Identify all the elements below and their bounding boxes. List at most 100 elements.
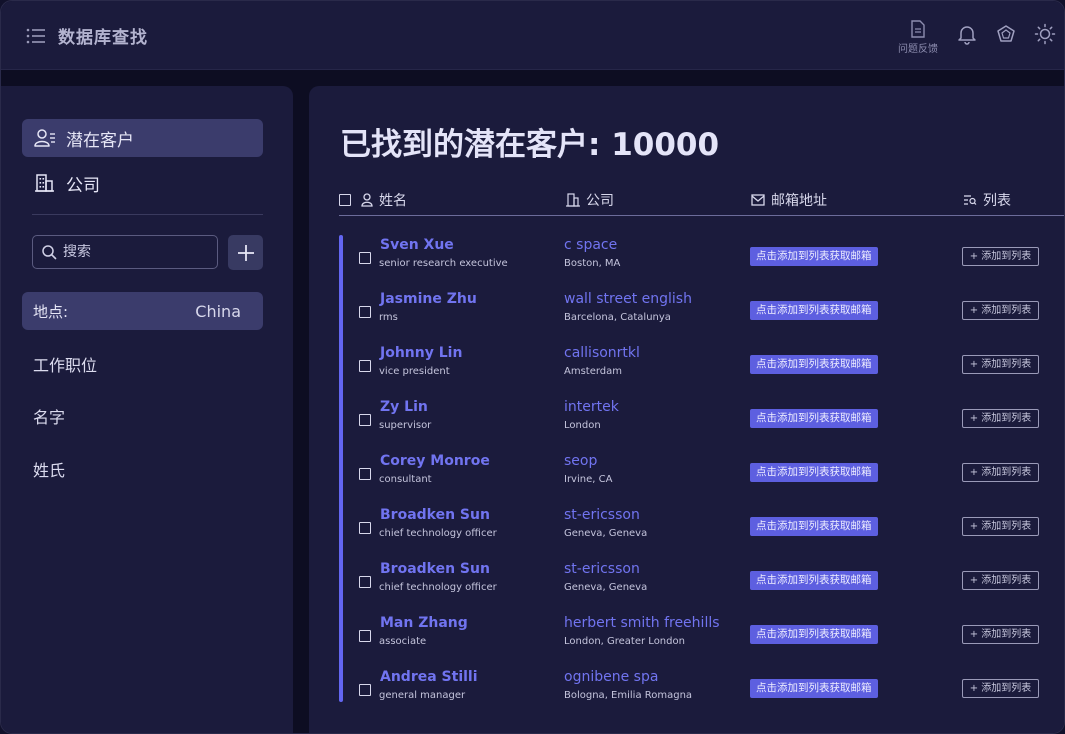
sidebar-item-companies[interactable]: 公司 — [22, 164, 263, 202]
company-link[interactable]: st-ericsson — [564, 507, 640, 523]
table-row: Sven Xue senior research executive c space… — [339, 237, 1064, 291]
top-bar: 数据库查找 问题反馈 — [1, 1, 1064, 70]
get-email-button[interactable]: 点击添加到列表获取邮箱 — [750, 301, 878, 320]
lead-name-link[interactable]: Andrea Stilli — [380, 669, 478, 685]
get-email-button[interactable]: 点击添加到列表获取邮箱 — [750, 625, 878, 644]
app-title: 数据库查找 — [58, 28, 148, 48]
get-email-button[interactable]: 点击添加到列表获取邮箱 — [750, 355, 878, 374]
table-row: Broadken Sun chief technology officer st-e… — [339, 561, 1064, 615]
add-to-list-button[interactable]: + 添加到列表 — [962, 409, 1039, 428]
location-filter-label: 地点: — [33, 302, 69, 321]
company-location: Barcelona, Catalunya — [564, 312, 671, 323]
sidebar-item-leads[interactable]: 潜在客户 — [22, 119, 263, 157]
company-location: Boston, MA — [564, 258, 621, 269]
company-link[interactable]: seop — [564, 453, 597, 469]
sidebar-item-label: 潜在客户 — [66, 130, 134, 151]
filter-first-name[interactable]: 名字 — [33, 404, 65, 428]
add-to-list-button[interactable]: + 添加到列表 — [962, 517, 1039, 536]
add-to-list-button[interactable]: + 添加到列表 — [962, 463, 1039, 482]
row-checkbox[interactable] — [359, 522, 371, 534]
add-to-list-button[interactable]: + 添加到列表 — [962, 625, 1039, 644]
row-checkbox[interactable] — [359, 414, 371, 426]
page-title: 已找到的潜在客户: 10000 — [340, 127, 720, 163]
plus-icon: + — [969, 413, 982, 424]
company-link[interactable]: intertek — [564, 399, 619, 415]
column-header-name: 姓名 — [339, 190, 407, 210]
row-checkbox[interactable] — [359, 576, 371, 588]
theme-palette-icon[interactable] — [995, 23, 1017, 45]
company-location: Irvine, CA — [564, 474, 613, 485]
search-icon — [42, 245, 57, 260]
document-icon — [911, 20, 925, 38]
add-to-list-label: 添加到列表 — [981, 251, 1032, 262]
add-filter-button[interactable] — [228, 235, 263, 270]
column-header-list: 列表 — [963, 190, 1011, 210]
lead-name-link[interactable]: Sven Xue — [380, 237, 454, 253]
lead-name-link[interactable]: Jasmine Zhu — [380, 291, 477, 307]
mail-icon — [751, 194, 765, 206]
location-filter[interactable]: 地点: China — [22, 292, 263, 330]
company-link[interactable]: wall street english — [564, 291, 692, 307]
get-email-button[interactable]: 点击添加到列表获取邮箱 — [750, 679, 878, 698]
lead-job-title: chief technology officer — [379, 582, 497, 593]
company-link[interactable]: ognibene spa — [564, 669, 658, 685]
row-checkbox[interactable] — [359, 468, 371, 480]
get-email-button[interactable]: 点击添加到列表获取邮箱 — [750, 247, 878, 266]
plus-icon: + — [969, 251, 982, 262]
company-link[interactable]: st-ericsson — [564, 561, 640, 577]
search-input[interactable] — [63, 244, 203, 260]
feedback-button[interactable]: 问题反馈 — [894, 20, 942, 55]
lead-name-link[interactable]: Broadken Sun — [380, 507, 490, 523]
company-location: London — [564, 420, 601, 431]
column-email-label: 邮箱地址 — [771, 193, 827, 209]
lead-name-link[interactable]: Broadken Sun — [380, 561, 490, 577]
company-link[interactable]: herbert smith freehills — [564, 615, 720, 631]
lead-job-title: rms — [379, 312, 398, 323]
add-to-list-button[interactable]: + 添加到列表 — [962, 301, 1039, 320]
lead-job-title: senior research executive — [379, 258, 508, 269]
lead-name-link[interactable]: Zy Lin — [380, 399, 428, 415]
row-checkbox[interactable] — [359, 684, 371, 696]
get-email-button[interactable]: 点击添加到列表获取邮箱 — [750, 463, 878, 482]
column-list-label: 列表 — [983, 193, 1011, 209]
add-to-list-label: 添加到列表 — [981, 467, 1032, 478]
add-to-list-button[interactable]: + 添加到列表 — [962, 247, 1039, 266]
row-checkbox[interactable] — [359, 252, 371, 264]
lead-name-link[interactable]: Corey Monroe — [380, 453, 490, 469]
row-checkbox[interactable] — [359, 630, 371, 642]
table-row: Zy Lin supervisor intertek London 点击添加到列表获取邮… — [339, 399, 1064, 453]
table-row: Man Zhang associate herbert smith freehill… — [339, 615, 1064, 669]
get-email-button[interactable]: 点击添加到列表获取邮箱 — [750, 571, 878, 590]
add-to-list-button[interactable]: + 添加到列表 — [962, 679, 1039, 698]
lead-job-title: associate — [379, 636, 427, 647]
building-icon — [566, 193, 580, 207]
table-header: 姓名 公司 邮箱地址 列表 — [339, 188, 1064, 216]
sun-icon[interactable] — [1034, 23, 1056, 45]
select-all-checkbox[interactable] — [339, 194, 351, 206]
company-link[interactable]: callisonrtkl — [564, 345, 640, 361]
table-row: Jasmine Zhu rms wall street english Barcelo… — [339, 291, 1064, 345]
add-to-list-button[interactable]: + 添加到列表 — [962, 571, 1039, 590]
bell-icon[interactable] — [956, 23, 978, 45]
plus-icon: + — [969, 575, 982, 586]
filter-job-title[interactable]: 工作职位 — [33, 352, 97, 376]
add-to-list-label: 添加到列表 — [981, 575, 1032, 586]
get-email-button[interactable]: 点击添加到列表获取邮箱 — [750, 517, 878, 536]
menu-list-icon[interactable] — [25, 26, 47, 46]
get-email-button[interactable]: 点击添加到列表获取邮箱 — [750, 409, 878, 428]
plus-icon — [237, 244, 254, 261]
filter-last-name[interactable]: 姓氏 — [33, 457, 65, 481]
row-checkbox[interactable] — [359, 360, 371, 372]
company-link[interactable]: c space — [564, 237, 617, 253]
add-to-list-button[interactable]: + 添加到列表 — [962, 355, 1039, 374]
lead-name-link[interactable]: Johnny Lin — [380, 345, 462, 361]
sidebar: 潜在客户 公司 搜索 地点: China 工作职位 名字 姓氏 — [1, 86, 293, 733]
company-location: Geneva, Geneva — [564, 582, 648, 593]
lead-job-title: supervisor — [379, 420, 432, 431]
search-box[interactable] — [32, 235, 218, 269]
add-to-list-label: 添加到列表 — [981, 359, 1032, 370]
building-icon — [35, 174, 54, 192]
lead-job-title: general manager — [379, 690, 466, 701]
lead-name-link[interactable]: Man Zhang — [380, 615, 468, 631]
row-checkbox[interactable] — [359, 306, 371, 318]
